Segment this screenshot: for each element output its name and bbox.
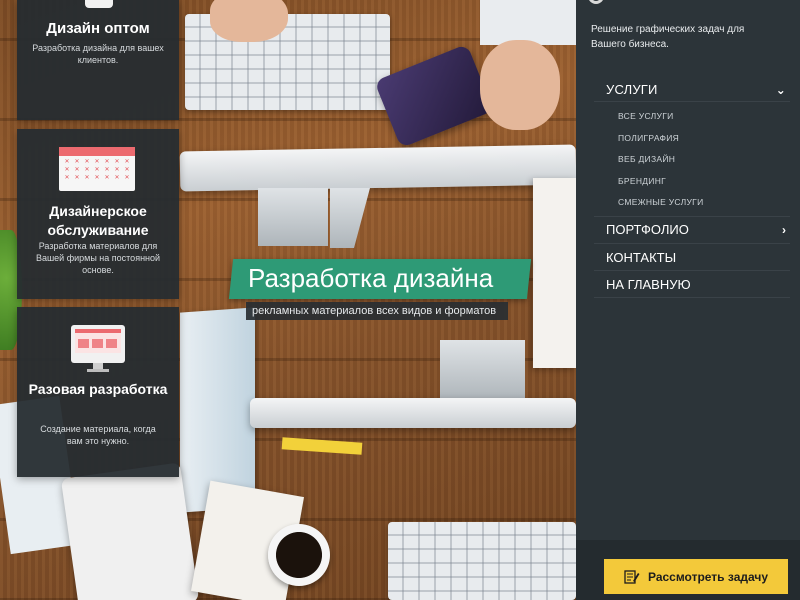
card-description: Создание материала, когда вам это нужно. <box>40 424 156 446</box>
card-title: Дизайн оптом <box>46 20 150 37</box>
submenu-item-printing[interactable]: ПОЛИГРАФИЯ <box>618 128 790 150</box>
services-submenu: ВСЕ УСЛУГИ ПОЛИГРАФИЯ ВЕБ ДИЗАЙН БРЕНДИН… <box>594 102 790 217</box>
monitor-icon <box>71 325 125 372</box>
logo[interactable] <box>588 0 604 4</box>
nav-item-label: ПОРТФОЛИО <box>606 222 689 237</box>
edit-document-icon <box>624 569 640 585</box>
submenu-item-branding[interactable]: БРЕНДИНГ <box>618 171 790 193</box>
service-card-wholesale[interactable]: Дизайн оптом Разработка дизайна для ваше… <box>17 0 179 120</box>
chevron-down-icon: ⌄ <box>775 82 786 97</box>
service-card-maintenance[interactable]: ✕ ✕ ✕ ✕ ✕ ✕ ✕ ✕ ✕ ✕ ✕ ✕ ✕ ✕ ✕ ✕ ✕ ✕ ✕ ✕ ✕ Дизайнерское обс… <box>17 129 179 299</box>
card-description: Разработка материалов для Вашей фирмы на… <box>35 241 161 275</box>
coffee-cup-image <box>268 524 330 586</box>
main-nav: УСЛУГИ ⌄ ВСЕ УСЛУГИ ПОЛИГРАФИЯ ВЕБ ДИЗАЙ… <box>594 78 790 298</box>
headline-text: Разработка дизайна <box>248 263 494 293</box>
nav-item-portfolio[interactable]: ПОРТФОЛИО › <box>594 217 790 244</box>
card-title: Дизайнерское обслуживание <box>47 203 149 238</box>
submenu-item-related-services[interactable]: СМЕЖНЫЕ УСЛУГИ <box>618 192 790 214</box>
subheadline-text: рекламных материалов всех видов и формат… <box>252 305 497 317</box>
nav-item-services[interactable]: УСЛУГИ ⌄ <box>594 78 790 102</box>
sidebar: Решение графических задач для Вашего биз… <box>576 0 800 600</box>
submenu-item-web-design[interactable]: ВЕБ ДИЗАЙН <box>618 149 790 171</box>
chevron-right-icon: › <box>782 222 786 237</box>
card-description: Разработка дизайна для вашех клиентов. <box>32 43 164 65</box>
phone-image <box>374 43 494 149</box>
nav-item-contacts[interactable]: КОНТАКТЫ <box>594 244 790 271</box>
tagline: Решение графических задач для Вашего биз… <box>591 24 745 50</box>
calendar-icon: ✕ ✕ ✕ ✕ ✕ ✕ ✕ ✕ ✕ ✕ ✕ ✕ ✕ ✕ ✕ ✕ ✕ ✕ ✕ ✕ ✕ <box>59 147 135 191</box>
review-task-button[interactable]: Рассмотреть задачу <box>604 559 788 594</box>
nav-item-label: УСЛУГИ <box>606 82 658 97</box>
tablet-icon <box>85 0 113 8</box>
submenu-item-all-services[interactable]: ВСЕ УСЛУГИ <box>618 106 790 128</box>
cta-label: Рассмотреть задачу <box>647 569 769 584</box>
nav-item-home[interactable]: НА ГЛАВНУЮ <box>594 271 790 298</box>
service-card-one-time[interactable]: Разовая разработка Создание материала, к… <box>17 307 179 477</box>
card-title: Разовая разработка <box>28 381 168 397</box>
